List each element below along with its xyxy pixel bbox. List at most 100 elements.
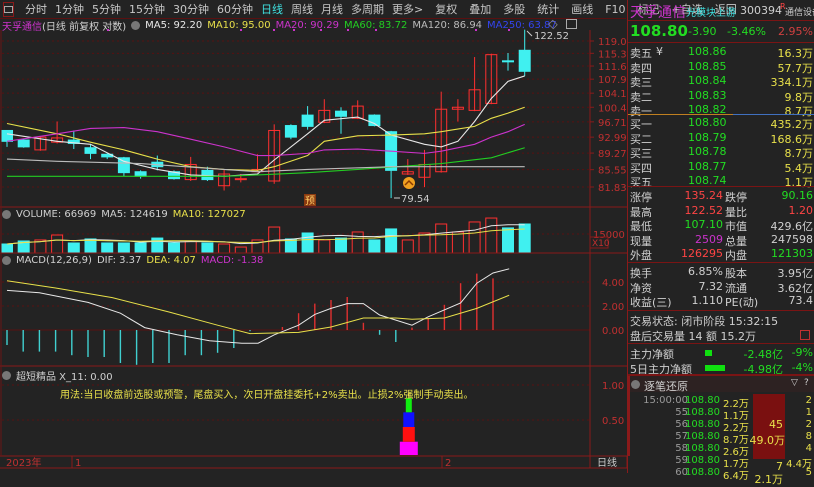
price-tick-label: 115.3 bbox=[598, 49, 627, 60]
tick-row: 59 108.80 1.7万 4.4万 bbox=[628, 455, 814, 470]
filter-icon[interactable]: ▽ bbox=[791, 378, 798, 388]
stat-row: 外盘 126295 内盘 121303 bbox=[628, 247, 814, 262]
ask-row[interactable]: 卖五 ¥ 108.86 16.3万 bbox=[628, 45, 814, 60]
ask-row[interactable]: 卖三 108.84 334.1万 bbox=[628, 74, 814, 89]
tick-price: 108.80 bbox=[685, 395, 720, 406]
spread-divider-bid bbox=[733, 114, 814, 115]
tick-count: 2 bbox=[805, 419, 812, 430]
fundamental-row: 收益(三) 1.110 PE(动) 73.4 bbox=[628, 294, 814, 309]
chart-area[interactable]: 119.0115.3 111.6 107.9 104.1 100.4 96.71 92.99… bbox=[0, 0, 627, 473]
tick-row: 15:00:00 108.80 2.2万 2 bbox=[628, 395, 814, 410]
sector-tag[interactable]: 光模块上游 bbox=[686, 4, 736, 19]
macd-tick-label: 2.00 bbox=[602, 302, 624, 313]
stat-value: 247598 bbox=[771, 232, 813, 246]
industry-tag[interactable]: 通信设备 bbox=[785, 5, 814, 18]
year-label: 2023年 bbox=[6, 456, 41, 469]
flow-row: 主力净额 -2.48亿 -9% bbox=[628, 346, 814, 361]
event-marker bbox=[475, 29, 477, 31]
candle-down bbox=[335, 110, 347, 117]
fundamental-value: 6.85% bbox=[688, 265, 723, 278]
event-marker bbox=[293, 29, 295, 31]
tick-time: 15:00:00 bbox=[643, 395, 688, 406]
detail-icon[interactable] bbox=[800, 330, 810, 340]
candle-down bbox=[301, 114, 314, 127]
stat-value: 1.20 bbox=[788, 203, 814, 217]
stat-value: 135.24 bbox=[684, 189, 724, 202]
volume-bar bbox=[151, 237, 164, 254]
tick-price: 108.80 bbox=[685, 431, 720, 442]
collapse-icon[interactable] bbox=[631, 380, 640, 389]
bid-price: 108.80 bbox=[688, 116, 727, 129]
volume-bar bbox=[385, 228, 398, 254]
event-marker bbox=[240, 29, 242, 31]
volume-bar bbox=[435, 223, 448, 254]
candle-down bbox=[1, 129, 13, 142]
volume-bar bbox=[117, 242, 130, 254]
panel-edge bbox=[628, 376, 630, 456]
event-marker bbox=[375, 29, 377, 31]
indicator-note: 用法:当日收盘前选股或预警，尾盘买入，次日开盘挂委托+2%卖出。止损2%强制手动… bbox=[60, 390, 474, 401]
stat-row: 现量 2509 总量 247598 bbox=[628, 232, 814, 248]
macd-tick-label: 4.00 bbox=[602, 278, 624, 289]
bid-row[interactable]: 买四 108.77 5.4万 bbox=[628, 160, 814, 175]
after-hours-volume: 盘后交易量 14 额 15.2万 bbox=[630, 330, 756, 343]
macd-value-label: MACD: -1.38 bbox=[200, 255, 264, 266]
volume-bar bbox=[318, 239, 331, 254]
volume-bar bbox=[335, 237, 347, 254]
fundamental-row: 换手 6.85% 股本 3.95亿 bbox=[628, 265, 814, 280]
settings-dot-icon[interactable] bbox=[2, 371, 11, 380]
flow-row: 5日主力净额 -4.98亿 -4% bbox=[628, 361, 814, 376]
signal-stack-segment bbox=[403, 412, 415, 427]
buy-signal-icon[interactable] bbox=[403, 177, 415, 189]
fundamental-value: 7.32 bbox=[698, 279, 724, 293]
dif-label: DIF: 3.37 bbox=[96, 255, 142, 266]
high-label: 122.52 bbox=[534, 31, 569, 42]
fundamental-value: 73.4 bbox=[788, 294, 814, 307]
volume-bar bbox=[1, 243, 13, 254]
month-label-2: 2 bbox=[445, 458, 451, 469]
stat-value: 122.52 bbox=[684, 203, 724, 217]
help-icon[interactable]: ? bbox=[804, 378, 809, 388]
volume-bar bbox=[451, 231, 464, 254]
candle-down bbox=[518, 49, 531, 72]
signal-stack-segment bbox=[399, 441, 418, 455]
macd-title: MACD(12,26,9) bbox=[16, 255, 92, 266]
price-tick-label: 119.0 bbox=[598, 37, 627, 48]
fundamental-row: 净资 7.32 流通 3.62亿 bbox=[628, 279, 814, 295]
flow-pct: -9% bbox=[791, 346, 813, 359]
stat-value: 126295 bbox=[681, 247, 723, 260]
candlestick-series bbox=[1, 29, 531, 199]
volume-bar bbox=[485, 217, 498, 254]
bid-row[interactable]: 买一 108.80 435.2万 bbox=[628, 116, 814, 131]
amplitude: 2.95% bbox=[778, 25, 813, 38]
fundamental-value: 1.110 bbox=[691, 294, 724, 307]
stat-value: 107.10 bbox=[684, 218, 724, 231]
volume-bar bbox=[401, 239, 414, 254]
macd-tick-label: 0.00 bbox=[602, 326, 624, 337]
bid-row[interactable]: 买三 108.78 8.7万 bbox=[628, 145, 814, 160]
volume-ma10: MA10: 127027 bbox=[172, 209, 246, 220]
volume-bar bbox=[351, 231, 364, 254]
volume-label: VOLUME: 66969 bbox=[16, 209, 97, 220]
stat-value: 2509 bbox=[695, 232, 723, 246]
volume-bar bbox=[51, 234, 64, 254]
volume-unit: X10 bbox=[592, 239, 610, 249]
candle-down bbox=[84, 147, 97, 154]
price-tick-label: 104.1 bbox=[598, 89, 627, 100]
tick-count: 4 bbox=[805, 443, 812, 454]
volume-bar bbox=[418, 232, 431, 254]
settings-dot-icon[interactable] bbox=[2, 210, 11, 219]
ask-row[interactable]: 卖二 108.83 9.8万 bbox=[628, 89, 814, 104]
tick-count: 2 bbox=[805, 395, 812, 406]
settings-dot-icon[interactable] bbox=[2, 256, 11, 265]
stat-value: 121303 bbox=[771, 247, 813, 260]
bid-row[interactable]: 买二 108.79 168.6万 bbox=[628, 131, 814, 146]
tick-count: 8 bbox=[805, 431, 812, 442]
indicator-series bbox=[399, 392, 418, 455]
volume-bar bbox=[184, 240, 197, 254]
fundamental-label: PE(动) bbox=[725, 296, 759, 309]
candle-down bbox=[134, 171, 147, 177]
ask-row[interactable]: 卖四 108.85 57.7万 bbox=[628, 60, 814, 75]
volume-bar bbox=[168, 242, 180, 254]
price-tick-label: 89.27 bbox=[598, 149, 627, 160]
